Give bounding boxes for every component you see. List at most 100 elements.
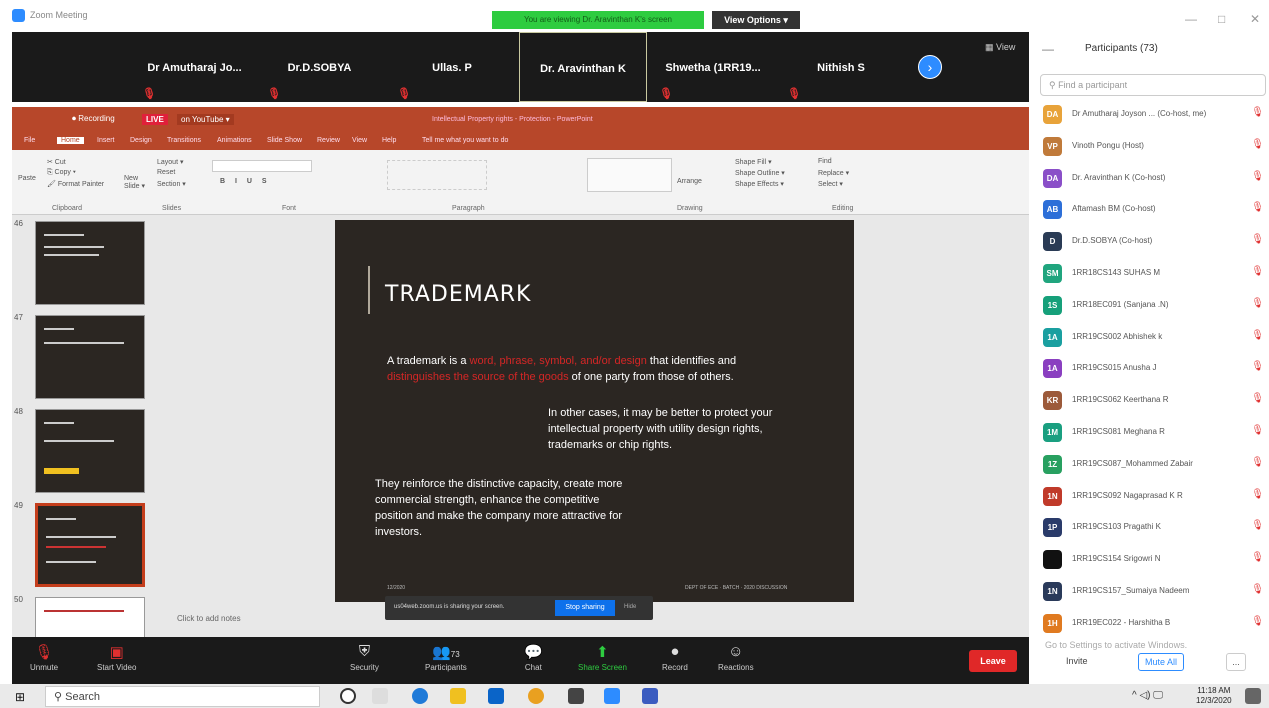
collapse-panel-icon[interactable]: — bbox=[1042, 42, 1054, 56]
find-participant-input[interactable]: ⚲ Find a participant bbox=[1040, 74, 1266, 96]
ppt-tab-review[interactable]: Review bbox=[317, 137, 340, 144]
current-slide[interactable]: TRADEMARK A trademark is a word, phrase,… bbox=[335, 220, 854, 602]
ppt-paste-button[interactable]: Paste bbox=[18, 175, 36, 182]
participant-row[interactable]: DA Dr. Aravinthan K (Co-host) 🎙 bbox=[1040, 166, 1266, 192]
participant-row[interactable]: 1P 1RR19CS103 Pragathi K 🎙 bbox=[1040, 515, 1266, 541]
participant-row[interactable]: 1S 1RR18EC091 (Sanjana .N) 🎙 bbox=[1040, 293, 1266, 319]
ppt-shape-outline-button[interactable]: Shape Outline ▾ bbox=[735, 169, 785, 177]
next-page-arrow-icon[interactable]: › bbox=[918, 55, 942, 79]
windows-start-icon[interactable]: ⊞ bbox=[15, 690, 25, 704]
ppt-shape-effects-button[interactable]: Shape Effects ▾ bbox=[735, 180, 784, 188]
minimize-button[interactable]: — bbox=[1185, 12, 1197, 26]
participant-name: 1RR19CS002 Abhishek k bbox=[1072, 331, 1163, 341]
participant-row[interactable]: 1N 1RR19CS092 Nagaprasad K R 🎙 bbox=[1040, 484, 1266, 510]
ppt-tab-insert[interactable]: Insert bbox=[97, 137, 115, 144]
ppt-select-button[interactable]: Select ▾ bbox=[818, 180, 843, 188]
participant-row[interactable]: 1A 1RR19CS015 Anusha J 🎙 bbox=[1040, 356, 1266, 382]
task-view-icon[interactable] bbox=[372, 688, 388, 704]
slide-thumbnail[interactable] bbox=[35, 409, 145, 493]
video-tile-active-speaker[interactable]: Dr. Aravinthan K bbox=[519, 32, 647, 102]
invite-button[interactable]: Invite bbox=[1066, 656, 1088, 666]
chrome-icon[interactable] bbox=[528, 688, 544, 704]
ppt-tab-file[interactable]: File bbox=[24, 137, 35, 144]
notifications-icon[interactable] bbox=[1245, 688, 1261, 704]
ppt-shapes-gallery[interactable] bbox=[587, 158, 672, 192]
start-video-button[interactable]: ▣ Start Video bbox=[97, 643, 136, 672]
ppt-font-name-field[interactable] bbox=[212, 160, 312, 172]
slide-thumbnail[interactable] bbox=[35, 221, 145, 305]
ppt-tab-transitions[interactable]: Transitions bbox=[167, 137, 201, 144]
participant-row[interactable]: 1H 1RR19EC022 - Harshitha B 🎙 bbox=[1040, 611, 1266, 637]
taskbar-search-input[interactable]: ⚲ Search bbox=[45, 686, 320, 707]
mail-icon[interactable] bbox=[488, 688, 504, 704]
ppt-tab-help[interactable]: Help bbox=[382, 137, 396, 144]
ppt-cut-button[interactable]: ✂ Cut bbox=[47, 158, 66, 166]
ppt-arrange-button[interactable]: Arrange bbox=[677, 178, 702, 185]
video-tile[interactable]: Ullas. P 🎙 bbox=[387, 32, 517, 102]
ppt-tab-design[interactable]: Design bbox=[130, 137, 152, 144]
ppt-find-button[interactable]: Find bbox=[818, 158, 832, 165]
system-tray[interactable]: ^ ◁) 🖵 bbox=[1132, 690, 1163, 701]
ppt-tab-view[interactable]: View bbox=[352, 137, 367, 144]
slide-thumbnail-selected[interactable] bbox=[35, 503, 145, 587]
edge-browser-icon[interactable] bbox=[412, 688, 428, 704]
ppt-font-format-buttons[interactable]: B I U S bbox=[220, 178, 271, 185]
reactions-button[interactable]: ☺ Reactions bbox=[718, 643, 754, 672]
participant-row[interactable]: 1N 1RR19CS157_Sumaiya Nadeem 🎙 bbox=[1040, 579, 1266, 605]
ppt-tab-slideshow[interactable]: Slide Show bbox=[267, 137, 302, 144]
video-tile[interactable]: Nithish S 🎙 bbox=[777, 32, 905, 102]
ppt-section-button[interactable]: Section ▾ bbox=[157, 180, 186, 188]
record-button[interactable]: ● Record bbox=[662, 643, 688, 672]
unmute-button[interactable]: 🎙 Unmute bbox=[30, 643, 58, 672]
store-icon[interactable] bbox=[568, 688, 584, 704]
participant-row[interactable]: AB Aftamash BM (Co-host) 🎙 bbox=[1040, 197, 1266, 223]
taskbar-clock[interactable]: 11:18 AM 12/3/2020 bbox=[1196, 686, 1232, 706]
photos-icon[interactable] bbox=[642, 688, 658, 704]
slide-thumbnail[interactable] bbox=[35, 315, 145, 399]
zoom-taskbar-icon[interactable] bbox=[604, 688, 620, 704]
video-tile[interactable]: Dr Amutharaj Jo... 🎙 bbox=[132, 32, 257, 102]
participant-row[interactable]: 1RR19CS154 Srigowri N 🎙 bbox=[1040, 547, 1266, 573]
maximize-button[interactable]: □ bbox=[1218, 12, 1225, 26]
view-options-button[interactable]: View Options ▾ bbox=[712, 11, 800, 29]
ppt-tell-me[interactable]: Tell me what you want to do bbox=[422, 137, 508, 144]
close-button[interactable]: ✕ bbox=[1250, 12, 1260, 26]
live-on-youtube-dropdown[interactable]: on YouTube ▾ bbox=[177, 114, 234, 125]
muted-mic-icon: 🎙 bbox=[1251, 138, 1264, 150]
view-toggle-button[interactable]: ▦ View bbox=[985, 42, 1015, 53]
leave-button[interactable]: Leave bbox=[969, 650, 1017, 672]
mute-all-button[interactable]: Mute All bbox=[1138, 653, 1184, 671]
security-button[interactable]: ⛨ Security bbox=[350, 643, 379, 672]
slide-thumbnail[interactable] bbox=[35, 597, 145, 637]
participant-row[interactable]: 1A 1RR19CS002 Abhishek k 🎙 bbox=[1040, 325, 1266, 351]
ppt-layout-button[interactable]: Layout ▾ bbox=[157, 158, 183, 166]
ppt-new-slide-button[interactable]: New Slide ▾ bbox=[124, 175, 148, 190]
file-explorer-icon[interactable] bbox=[450, 688, 466, 704]
stop-sharing-button[interactable]: Stop sharing bbox=[555, 600, 615, 616]
video-tile[interactable]: Dr.D.SOBYA 🎙 bbox=[257, 32, 382, 102]
ppt-paragraph-controls[interactable] bbox=[387, 160, 487, 190]
muted-mic-icon: 🎙 bbox=[1251, 297, 1264, 309]
participant-row[interactable]: 1M 1RR19CS081 Meghana R 🎙 bbox=[1040, 420, 1266, 446]
ppt-shape-fill-button[interactable]: Shape Fill ▾ bbox=[735, 158, 772, 166]
ppt-reset-button[interactable]: Reset bbox=[157, 169, 175, 176]
ppt-tab-animations[interactable]: Animations bbox=[217, 137, 252, 144]
participant-row[interactable]: D Dr.D.SOBYA (Co-host) 🎙 bbox=[1040, 229, 1266, 255]
more-options-button[interactable]: ... bbox=[1226, 653, 1246, 671]
ppt-format-painter-button[interactable]: 🖌 Format Painter bbox=[47, 180, 104, 188]
participant-row[interactable]: VP Vinoth Pongu (Host) 🎙 bbox=[1040, 134, 1266, 160]
ppt-copy-button[interactable]: ⎘ Copy ▾ bbox=[47, 169, 76, 177]
participants-button[interactable]: 👥73 Participants bbox=[425, 643, 467, 672]
participant-row[interactable]: SM 1RR18CS143 SUHAS M 🎙 bbox=[1040, 261, 1266, 287]
participant-row[interactable]: 1Z 1RR19CS087_Mohammed Zabair 🎙 bbox=[1040, 452, 1266, 478]
video-tile[interactable]: Shwetha (1RR19... 🎙 bbox=[649, 32, 777, 102]
cortana-icon[interactable] bbox=[340, 688, 356, 704]
ppt-notes-placeholder[interactable]: Click to add notes bbox=[177, 614, 241, 623]
share-screen-button[interactable]: ⬆ Share Screen bbox=[578, 643, 627, 672]
participant-row[interactable]: DA Dr Amutharaj Joyson ... (Co-host, me) 🎙 bbox=[1040, 102, 1266, 128]
hide-share-bar-button[interactable]: Hide bbox=[624, 604, 636, 610]
ppt-tab-home[interactable]: Home bbox=[57, 137, 84, 144]
participant-row[interactable]: KR 1RR19CS062 Keerthana R 🎙 bbox=[1040, 388, 1266, 414]
chat-button[interactable]: 💬 Chat bbox=[524, 643, 543, 672]
ppt-replace-button[interactable]: Replace ▾ bbox=[818, 169, 849, 177]
